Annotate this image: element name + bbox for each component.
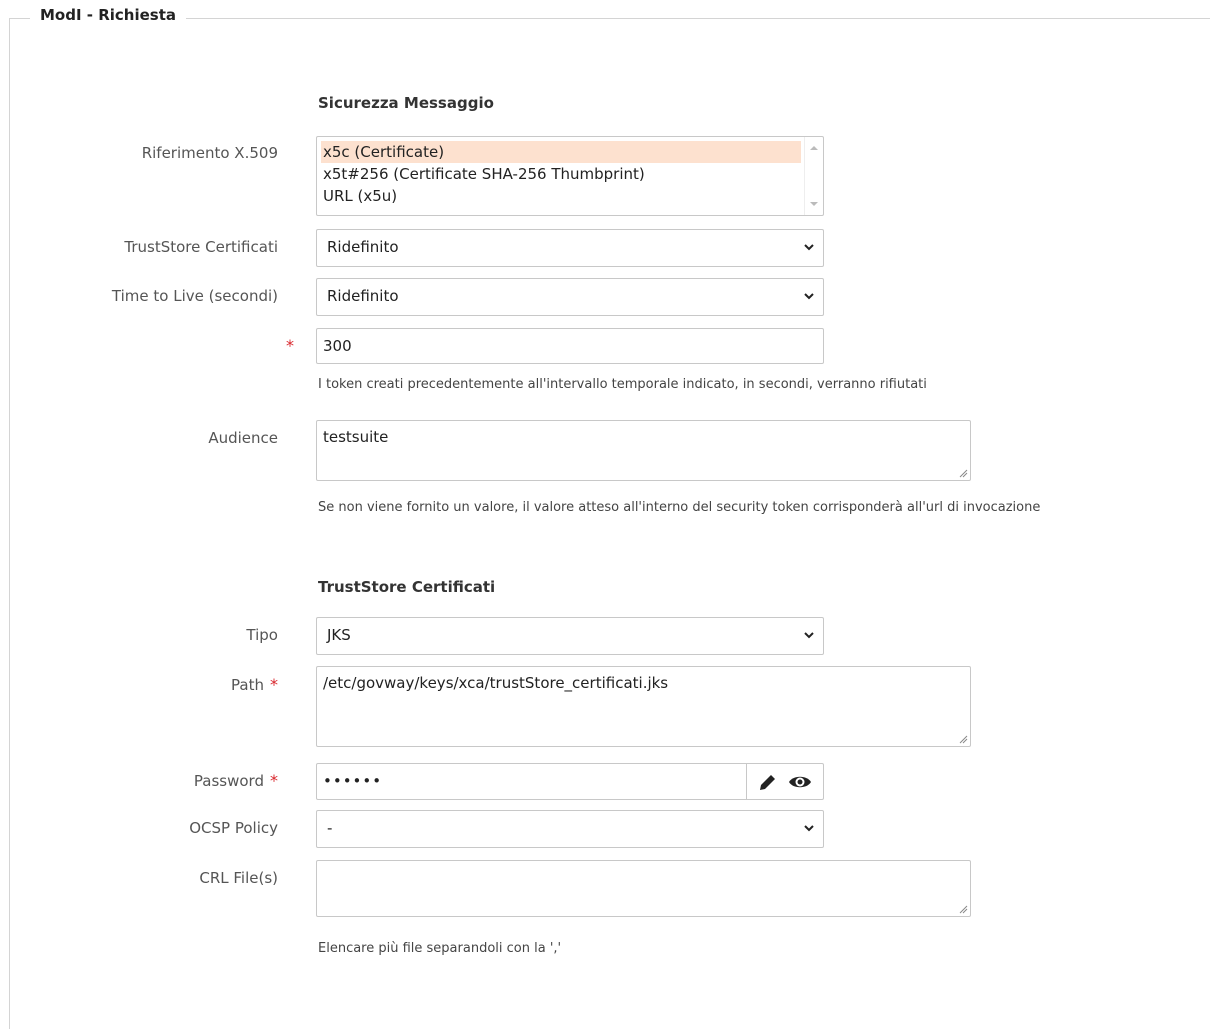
label-path: Path *: [231, 675, 278, 694]
ttl-hint: I token creati precedentemente all'inter…: [318, 377, 927, 392]
ocsp-select[interactable]: -: [316, 810, 824, 848]
password-actions: [746, 764, 823, 799]
audience-textarea[interactable]: testsuite: [316, 420, 971, 481]
chevron-down-icon: [804, 632, 814, 639]
path-textarea[interactable]: /etc/govway/keys/xca/trustStore_certific…: [316, 666, 971, 747]
required-marker: *: [270, 771, 278, 790]
label-crl: CRL File(s): [199, 869, 278, 887]
required-marker: *: [270, 675, 278, 694]
resize-handle-icon[interactable]: [959, 905, 968, 914]
section-title-sicurezza: Sicurezza Messaggio: [318, 94, 494, 112]
password-input[interactable]: ••••••: [316, 763, 824, 800]
pencil-icon[interactable]: [757, 771, 779, 793]
crl-textarea[interactable]: [316, 860, 971, 917]
label-riferimento: Riferimento X.509: [141, 144, 278, 162]
truststore-select[interactable]: Ridefinito: [316, 229, 824, 267]
tipo-select-value: JKS: [327, 626, 351, 644]
tipo-select[interactable]: JKS: [316, 617, 824, 655]
audience-value: testsuite: [323, 428, 389, 446]
chevron-down-icon: [804, 244, 814, 251]
chevron-down-icon: [804, 825, 814, 832]
path-value: /etc/govway/keys/xca/trustStore_certific…: [323, 674, 669, 692]
section-title-truststore: TrustStore Certificati: [318, 578, 496, 596]
riferimento-option[interactable]: x5t#256 (Certificate SHA-256 Thumbprint): [321, 163, 645, 185]
riferimento-option[interactable]: URL (x5u): [321, 185, 397, 207]
ttl-value-text: 300: [323, 337, 352, 355]
label-ttl: Time to Live (secondi): [111, 287, 278, 305]
riferimento-listbox[interactable]: x5c (Certificate) x5t#256 (Certificate S…: [316, 136, 824, 216]
eye-icon[interactable]: [787, 771, 813, 793]
required-marker: *: [286, 336, 294, 355]
password-value: ••••••: [323, 772, 383, 790]
label-audience: Audience: [208, 429, 278, 447]
label-tipo: Tipo: [246, 626, 278, 644]
ttl-select-value: Ridefinito: [327, 287, 399, 305]
resize-handle-icon[interactable]: [959, 469, 968, 478]
listbox-scrollbar[interactable]: [804, 137, 823, 215]
truststore-select-value: Ridefinito: [327, 238, 399, 256]
ttl-select[interactable]: Ridefinito: [316, 278, 824, 316]
chevron-down-icon: [804, 293, 814, 300]
path-label-text: Path: [231, 676, 264, 694]
password-label-text: Password: [193, 772, 264, 790]
audience-hint: Se non viene fornito un valore, il valor…: [318, 500, 1041, 515]
resize-handle-icon[interactable]: [959, 735, 968, 744]
crl-hint: Elencare più file separandoli con la ',': [318, 941, 562, 956]
fieldset-legend: ModI - Richiesta: [30, 6, 187, 24]
ttl-value-input[interactable]: 300: [316, 328, 824, 364]
scroll-down-icon[interactable]: [805, 197, 823, 211]
riferimento-option[interactable]: x5c (Certificate): [321, 141, 801, 163]
ocsp-select-value: -: [327, 819, 333, 837]
scroll-up-icon[interactable]: [805, 141, 823, 155]
label-truststore: TrustStore Certificati: [124, 238, 278, 256]
label-password: Password *: [194, 771, 278, 790]
label-ocsp: OCSP Policy: [189, 819, 278, 837]
